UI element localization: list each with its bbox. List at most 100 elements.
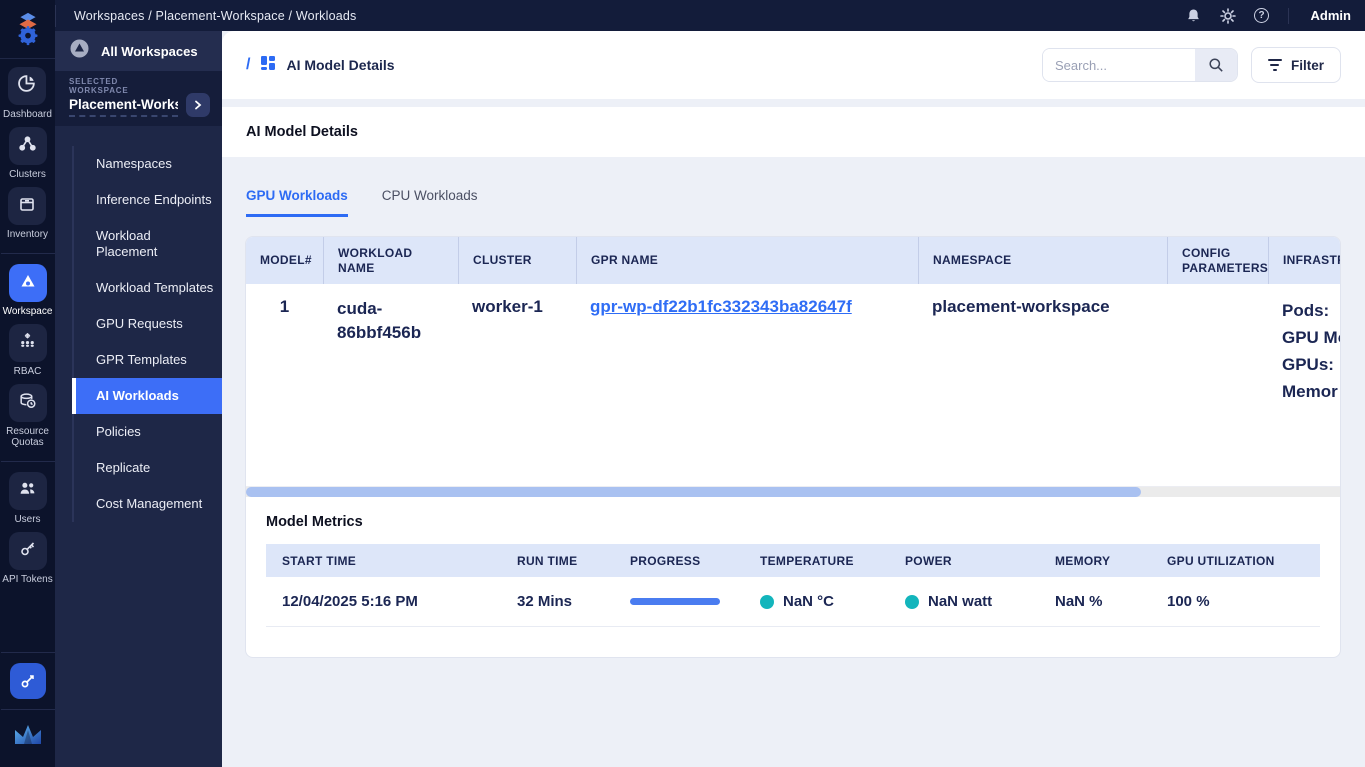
- box-icon: [18, 195, 36, 218]
- sidebar-item-ai-workloads[interactable]: AI Workloads: [72, 378, 222, 414]
- column-header-infrastructure: INFRASTRUCTURE: [1268, 237, 1340, 284]
- rail-divider: [0, 652, 55, 653]
- grid-icon: [260, 55, 276, 76]
- content-header: / AI Model Details Filter: [222, 31, 1365, 99]
- gear-icon[interactable]: [1219, 7, 1236, 24]
- users-icon: [18, 479, 37, 503]
- sidebar-item-namespaces[interactable]: Namespaces: [72, 146, 222, 182]
- column-header-start-time: START TIME: [282, 553, 357, 568]
- workspace-triangle-icon: [19, 272, 37, 295]
- rail-label: Clusters: [9, 169, 46, 180]
- breadcrumb-page-title: AI Model Details: [286, 57, 395, 73]
- rail-item-api-tokens[interactable]: API Tokens: [2, 532, 53, 585]
- sidebar-item-inference-endpoints[interactable]: Inference Endpoints: [72, 182, 222, 218]
- topbar: Workspaces / Placement-Workspace / Workl…: [55, 0, 1365, 31]
- rail-label: Users: [14, 514, 41, 525]
- infra-line-memory: Memor: [1282, 382, 1338, 401]
- chevron-right-icon[interactable]: [186, 93, 210, 117]
- filter-button[interactable]: Filter: [1250, 47, 1341, 83]
- progress-bar: [630, 598, 720, 605]
- column-header-workload-name: WORKLOAD NAME: [323, 237, 458, 284]
- search-icon[interactable]: [1194, 49, 1237, 81]
- rail-item-workspace[interactable]: Workspace: [3, 264, 52, 317]
- crown-logo-icon: [11, 722, 45, 753]
- sidebar-item-workload-templates[interactable]: Workload Templates: [72, 270, 222, 306]
- cluster-nodes-icon: [18, 134, 37, 158]
- key-icon: [19, 540, 37, 563]
- page-breadcrumb: / AI Model Details: [246, 55, 395, 76]
- sidebar-item-policies[interactable]: Policies: [72, 414, 222, 450]
- rail-label: Dashboard: [3, 109, 52, 120]
- power-status-dot: [905, 594, 919, 609]
- gpr-name-link[interactable]: gpr-wp-df22b1fc332343ba82647f: [590, 297, 852, 316]
- title-band: AI Model Details: [222, 107, 1365, 157]
- rail-item-clusters[interactable]: Clusters: [8, 127, 47, 180]
- temperature-status-dot: [760, 594, 774, 609]
- cell-cluster: worker-1: [472, 297, 543, 316]
- cell-config-parameters: [1167, 284, 1268, 486]
- workloads-table-header: MODEL# WORKLOAD NAME CLUSTER GPR NAME NA…: [246, 237, 1340, 284]
- page-title: AI Model Details: [246, 124, 358, 140]
- rail-item-users[interactable]: Users: [8, 472, 47, 525]
- column-header-gpu-utilization: GPU UTILIZATION: [1167, 553, 1275, 568]
- sidebar-item-workload-placement[interactable]: Workload Placement: [72, 218, 222, 270]
- rail-label: Resource Quotas: [6, 426, 49, 448]
- app-logo-icon[interactable]: [0, 0, 55, 59]
- help-icon[interactable]: ?: [1254, 8, 1270, 24]
- column-header-cluster: CLUSTER: [458, 237, 576, 284]
- workloads-card: MODEL# WORKLOAD NAME CLUSTER GPR NAME NA…: [245, 236, 1341, 658]
- column-header-memory: MEMORY: [1055, 553, 1111, 568]
- cell-run-time: 32 Mins: [517, 593, 573, 610]
- metrics-table-header: START TIME RUN TIME PROGRESS TEMPERATURE…: [266, 544, 1320, 577]
- tab-gpu-workloads[interactable]: GPU Workloads: [246, 188, 348, 217]
- sidebar-item-replicate[interactable]: Replicate: [72, 450, 222, 486]
- filter-label: Filter: [1290, 57, 1324, 73]
- infra-line-gpus: GPUs:: [1282, 355, 1334, 374]
- sidebar-menu: Namespaces Inference Endpoints Workload …: [72, 146, 222, 522]
- search-input[interactable]: [1042, 49, 1195, 81]
- cell-memory: NaN %: [1055, 593, 1103, 610]
- sidebar-item-gpu-requests[interactable]: GPU Requests: [72, 306, 222, 342]
- column-header-temperature: TEMPERATURE: [760, 553, 854, 568]
- horizontal-scrollbar[interactable]: [246, 487, 1340, 497]
- infra-line-pods: Pods:: [1282, 301, 1330, 320]
- rail-divider: [0, 253, 55, 254]
- search-box: [1041, 48, 1238, 82]
- rail-item-dashboard[interactable]: Dashboard: [3, 67, 52, 120]
- breadcrumb-slash: /: [246, 56, 251, 73]
- column-header-gpr-name: GPR NAME: [576, 237, 918, 284]
- sidebar-item-cost-management[interactable]: Cost Management: [72, 486, 222, 522]
- app-root: Dashboard Clusters Inventory Workspace R…: [0, 0, 1365, 767]
- rail-item-resource-quotas[interactable]: Resource Quotas: [2, 384, 54, 448]
- rail-item-inventory[interactable]: Inventory: [7, 187, 48, 240]
- tab-cpu-workloads[interactable]: CPU Workloads: [382, 188, 478, 217]
- column-header-progress: PROGRESS: [630, 553, 701, 568]
- cell-model-num: 1: [279, 297, 290, 316]
- topbar-divider: [1287, 7, 1289, 24]
- selected-workspace-caption: SELECTED WORKSPACE: [69, 77, 129, 95]
- metrics-table: START TIME RUN TIME PROGRESS TEMPERATURE…: [266, 544, 1320, 627]
- key-arrow-icon[interactable]: [9, 663, 46, 699]
- bell-icon[interactable]: [1186, 8, 1202, 24]
- sidebar-item-gpr-templates[interactable]: GPR Templates: [72, 342, 222, 378]
- rail-label: RBAC: [13, 366, 42, 377]
- workspace-sidebar: All Workspaces SELECTED WORKSPACE Placem…: [55, 31, 222, 767]
- rail-bottom: [0, 652, 55, 767]
- infra-line-gpu-model: GPU Mo: [1282, 328, 1340, 347]
- rail-divider: [0, 461, 55, 462]
- workspaces-circle-icon: [69, 38, 90, 64]
- rail-label: API Tokens: [2, 574, 53, 585]
- cell-infrastructure: Pods: GPU Mo GPUs: Memor: [1268, 284, 1340, 486]
- breadcrumb[interactable]: Workspaces / Placement-Workspace / Workl…: [74, 9, 357, 23]
- column-header-model: MODEL#: [260, 253, 312, 267]
- admin-label[interactable]: Admin: [1311, 8, 1351, 23]
- pie-chart-icon: [18, 74, 37, 98]
- rail-item-rbac[interactable]: RBAC: [8, 324, 47, 377]
- model-metrics-section: Model Metrics START TIME RUN TIME PROGRE…: [246, 497, 1340, 627]
- all-workspaces-button[interactable]: All Workspaces: [55, 31, 222, 71]
- scrollbar-thumb[interactable]: [246, 487, 1141, 497]
- rail-divider: [0, 709, 55, 710]
- selected-workspace-block: SELECTED WORKSPACE Placement-Works...: [55, 71, 222, 126]
- column-header-power: POWER: [905, 553, 952, 568]
- cell-gpu-utilization: 100 %: [1167, 593, 1210, 610]
